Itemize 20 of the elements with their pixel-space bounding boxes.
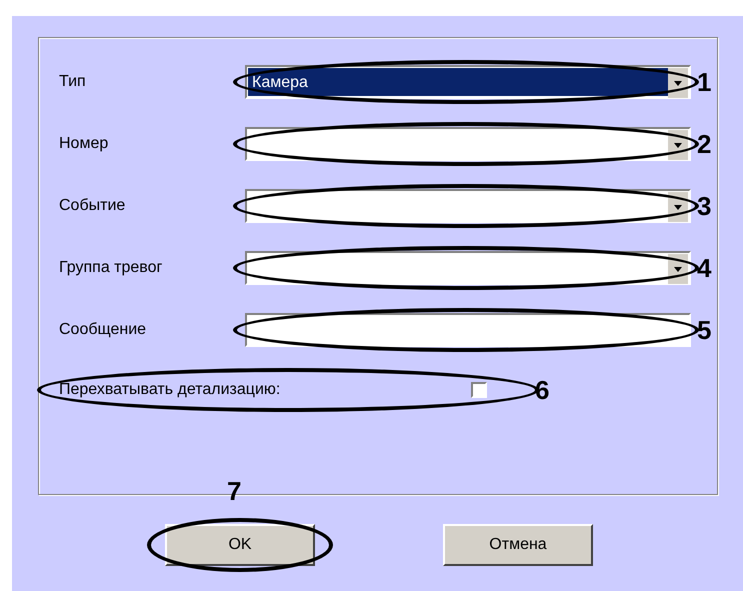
dialog-button[interactable]: Отмена: [443, 524, 593, 566]
dropdown-field[interactable]: [245, 251, 691, 285]
field-label: Сообщение: [59, 321, 148, 339]
checkbox-label: Перехватывать детализацию:: [59, 381, 282, 399]
dialog-button[interactable]: OK: [165, 524, 315, 566]
field-label: Номер: [59, 135, 110, 153]
checkbox[interactable]: [471, 382, 487, 398]
dropdown-field[interactable]: [245, 189, 691, 223]
annotation-number: 4: [697, 252, 712, 284]
field-label: Событие: [59, 197, 126, 215]
annotation-number: 5: [697, 314, 712, 346]
annotation-number: 7: [227, 476, 242, 507]
annotation-number: 2: [697, 128, 712, 160]
dropdown-field[interactable]: [245, 127, 691, 161]
input-field[interactable]: [245, 313, 691, 347]
field-label: Тип: [59, 73, 87, 91]
field-label: Группа тревог: [59, 259, 164, 277]
annotation-number: 1: [697, 66, 712, 98]
annotation-number: 3: [697, 190, 712, 222]
dropdown-field[interactable]: Камера: [245, 65, 691, 99]
